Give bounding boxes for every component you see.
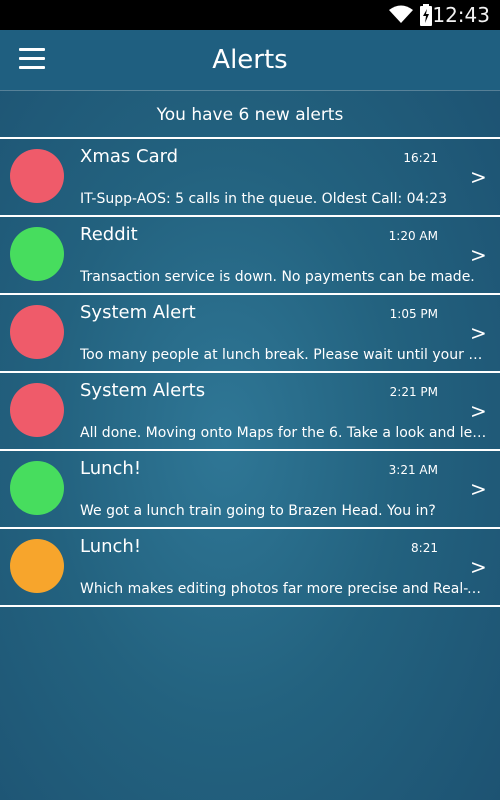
alert-message: All done. Moving onto Maps for the 6. Ta… xyxy=(80,425,488,441)
alert-item[interactable]: Lunch! 8:21 Which makes editing photos f… xyxy=(0,527,500,607)
alert-message: Transaction service is down. No payments… xyxy=(80,269,475,285)
alert-title: Xmas Card xyxy=(80,146,179,167)
svg-text:>: > xyxy=(470,481,485,499)
wifi-icon xyxy=(389,5,413,23)
alert-item[interactable]: Xmas Card 16:21 IT-Supp-AOS: 5 calls in … xyxy=(0,137,500,215)
alert-message: Which makes editing photos far more prec… xyxy=(80,581,488,597)
app-bar: Alerts xyxy=(0,30,500,90)
alert-item[interactable]: System Alert 1:05 PM Too many people at … xyxy=(0,293,500,371)
alert-time: 2:21 PM xyxy=(389,385,438,399)
alert-message: Too many people at lunch break. Please w… xyxy=(80,347,488,363)
status-dot xyxy=(10,383,64,437)
chevron-right-icon: > xyxy=(470,481,485,499)
alert-time: 1:05 PM xyxy=(389,307,438,321)
alert-title: Lunch! xyxy=(80,458,142,479)
alert-message: IT-Supp-AOS: 5 calls in the queue. Oldes… xyxy=(80,191,447,207)
alert-message: We got a lunch train going to Brazen Hea… xyxy=(80,503,436,519)
alert-title: Lunch! xyxy=(80,536,142,557)
chevron-right-icon: > xyxy=(470,559,485,577)
alert-time: 8:21 xyxy=(411,541,438,555)
alert-time: 3:21 AM xyxy=(388,463,438,477)
alert-item[interactable]: Reddit 1:20 AM Transaction service is do… xyxy=(0,215,500,293)
chevron-right-icon: > xyxy=(470,403,485,421)
svg-text:>: > xyxy=(470,403,485,421)
status-dot xyxy=(10,149,64,203)
status-dot xyxy=(10,305,64,359)
status-dot xyxy=(10,539,64,593)
svg-text:>: > xyxy=(470,247,485,265)
alert-time: 16:21 xyxy=(403,151,438,165)
battery-charging-icon xyxy=(420,4,432,26)
status-bar: 12:43 xyxy=(0,0,500,30)
alert-title: Reddit xyxy=(80,224,138,245)
alert-title: System Alerts xyxy=(80,380,206,401)
alert-time: 1:20 AM xyxy=(388,229,438,243)
page-title: Alerts xyxy=(212,45,288,75)
chevron-right-icon: > xyxy=(470,169,485,187)
svg-text:>: > xyxy=(470,559,485,577)
status-clock: 12:43 xyxy=(432,3,490,27)
alert-item[interactable]: Lunch! 3:21 AM We got a lunch train goin… xyxy=(0,449,500,527)
svg-text:>: > xyxy=(470,169,485,187)
alert-item[interactable]: System Alerts 2:21 PM All done. Moving o… xyxy=(0,371,500,449)
status-dot xyxy=(10,461,64,515)
chevron-right-icon: > xyxy=(470,247,485,265)
status-dot xyxy=(10,227,64,281)
alert-list: Xmas Card 16:21 IT-Supp-AOS: 5 calls in … xyxy=(0,137,500,607)
chevron-right-icon: > xyxy=(470,325,485,343)
svg-text:>: > xyxy=(470,325,485,343)
new-alerts-banner: You have 6 new alerts xyxy=(0,90,500,138)
alert-title: System Alert xyxy=(80,302,196,323)
